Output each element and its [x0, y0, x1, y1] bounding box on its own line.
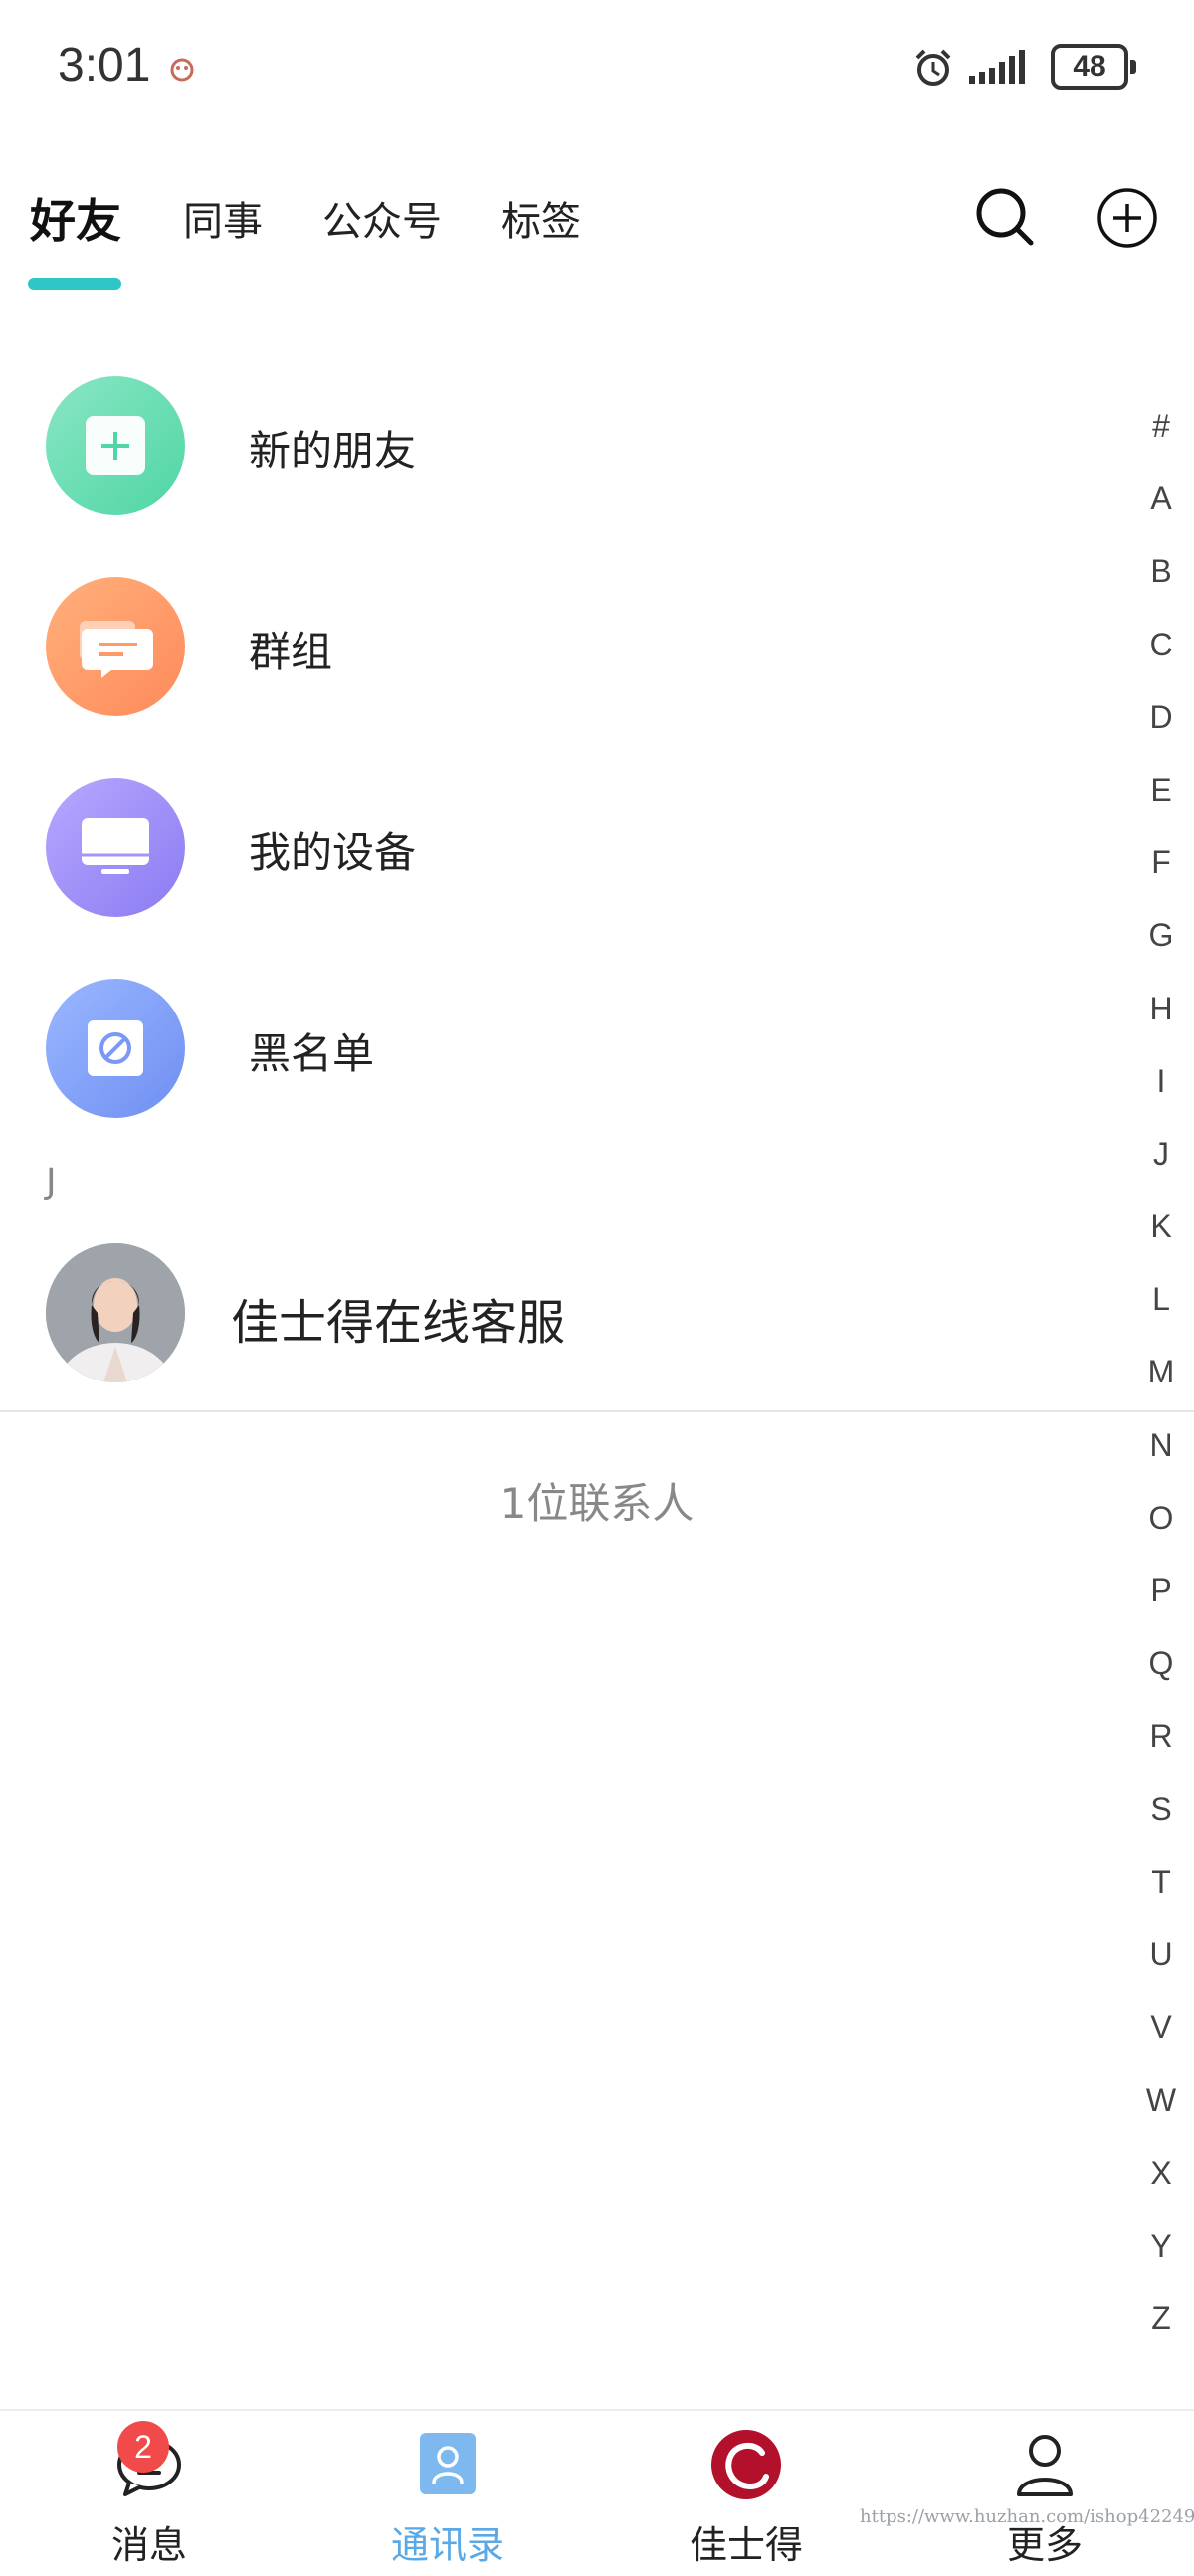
index-letter[interactable]: R: [1134, 1700, 1188, 1772]
search-icon[interactable]: [973, 185, 1037, 249]
index-letter[interactable]: I: [1134, 1045, 1188, 1118]
nav-messages[interactable]: 2 消息: [0, 2411, 298, 2576]
index-letter[interactable]: D: [1134, 681, 1188, 754]
block-icon: [46, 979, 185, 1118]
add-friend-icon: [46, 376, 185, 515]
nav-messages-label: 消息: [110, 2523, 187, 2567]
avatar: [46, 1243, 185, 1382]
unread-badge: 2: [117, 2421, 169, 2473]
index-letter[interactable]: H: [1134, 973, 1188, 1045]
index-letter[interactable]: K: [1134, 1191, 1188, 1263]
new-friends-label: 新的朋友: [249, 427, 417, 475]
alarm-icon: [915, 49, 951, 86]
contact-name: 佳士得在线客服: [231, 1295, 566, 1351]
nav-contacts[interactable]: 通讯录: [298, 2411, 597, 2576]
index-letter[interactable]: V: [1134, 1991, 1188, 2064]
contact-count: 1位联系人: [499, 1479, 695, 1528]
tab-tags[interactable]: 标签: [501, 189, 581, 247]
index-letter[interactable]: U: [1134, 1919, 1188, 1991]
person-icon: [1017, 2435, 1073, 2496]
group-chat-icon: [46, 577, 185, 716]
index-letter[interactable]: C: [1134, 609, 1188, 681]
alphabet-index[interactable]: # A B C D E F G H I J K L M N O P Q R S T U V W X Y Z: [1134, 390, 1188, 2355]
plus-circle-icon[interactable]: [1096, 187, 1158, 249]
new-friends-item[interactable]: 新的朋友: [0, 366, 1114, 525]
index-letter[interactable]: Y: [1134, 2210, 1188, 2283]
groups-label: 群组: [249, 628, 333, 676]
index-letter[interactable]: B: [1134, 535, 1188, 608]
signal-icon: [969, 50, 1025, 84]
index-letter[interactable]: Q: [1134, 1627, 1188, 1700]
status-time: 3:01: [58, 39, 151, 92]
index-letter[interactable]: N: [1134, 1409, 1188, 1482]
nav-brand-label: 佳士得: [689, 2523, 803, 2567]
index-letter[interactable]: F: [1134, 827, 1188, 899]
groups-item[interactable]: 群组: [0, 567, 1114, 726]
status-bar: 3:01 48: [0, 0, 1194, 139]
tab-official-accounts[interactable]: 公众号: [322, 189, 442, 247]
index-letter[interactable]: Z: [1134, 2283, 1188, 2355]
blacklist-item[interactable]: 黑名单: [0, 969, 1114, 1128]
index-letter[interactable]: P: [1134, 1555, 1188, 1627]
my-devices-label: 我的设备: [249, 828, 417, 877]
index-letter[interactable]: L: [1134, 1263, 1188, 1336]
active-tab-indicator: [28, 278, 121, 290]
battery-indicator: 48: [1051, 44, 1136, 90]
tab-colleagues[interactable]: 同事: [183, 189, 263, 247]
index-letter[interactable]: M: [1134, 1336, 1188, 1408]
index-letter[interactable]: G: [1134, 899, 1188, 972]
nav-more[interactable]: 更多: [896, 2411, 1194, 2576]
index-letter[interactable]: S: [1134, 1773, 1188, 1846]
monitor-icon: [46, 778, 185, 917]
bottom-nav: 2 消息 通讯录 佳士得 更多: [0, 2409, 1194, 2576]
divider: [0, 1410, 1194, 1412]
index-letter[interactable]: J: [1134, 1118, 1188, 1191]
nav-brand[interactable]: 佳士得: [597, 2411, 896, 2576]
section-header-letter: J: [46, 1162, 57, 1202]
index-letter[interactable]: T: [1134, 1846, 1188, 1919]
my-devices-item[interactable]: 我的设备: [0, 768, 1114, 927]
index-letter[interactable]: E: [1134, 754, 1188, 827]
index-letter[interactable]: W: [1134, 2064, 1188, 2136]
index-letter[interactable]: A: [1134, 462, 1188, 535]
app-notification-icon: [170, 58, 194, 82]
index-letter[interactable]: O: [1134, 1482, 1188, 1555]
contacts-icon: [420, 2433, 476, 2494]
contact-row[interactable]: 佳士得在线客服: [0, 1233, 1124, 1392]
index-letter[interactable]: #: [1134, 390, 1188, 462]
tab-friends[interactable]: 好友: [30, 185, 121, 251]
nav-contacts-label: 通讯录: [390, 2523, 504, 2567]
index-letter[interactable]: X: [1134, 2137, 1188, 2210]
watermark-text: https://www.huzhan.com/ishop42249: [860, 2506, 1194, 2527]
brand-logo-icon: [711, 2430, 781, 2499]
blacklist-label: 黑名单: [249, 1029, 375, 1078]
